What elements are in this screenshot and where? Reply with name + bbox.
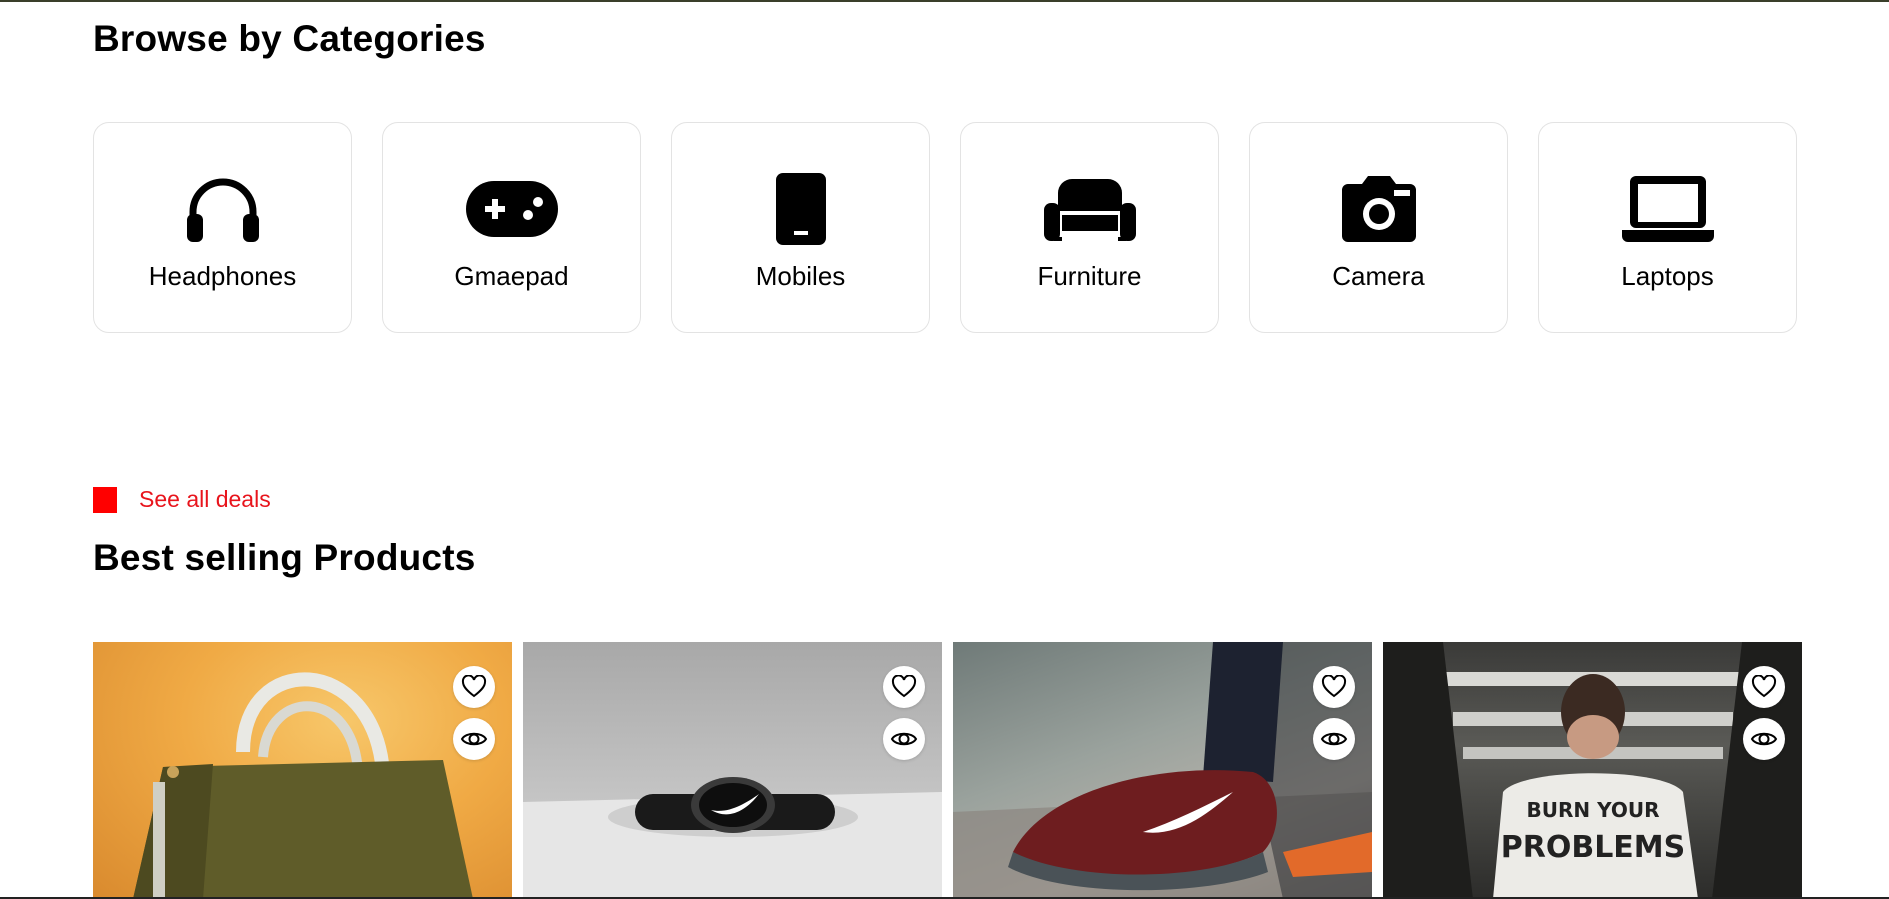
product-image	[953, 642, 1372, 899]
category-label: Headphones	[148, 261, 297, 291]
category-card-mobiles[interactable]: Mobiles	[671, 122, 930, 333]
eye-icon	[1320, 732, 1348, 746]
mobile-phone-icon	[753, 171, 849, 247]
category-label: Gmaepad	[454, 261, 569, 291]
top-divider	[0, 0, 1889, 2]
category-card-laptops[interactable]: Laptops	[1538, 122, 1797, 333]
eye-icon	[890, 732, 918, 746]
heart-icon	[461, 675, 487, 698]
category-label: Mobiles	[755, 261, 846, 291]
category-card-gamepad[interactable]: Gmaepad	[382, 122, 641, 333]
categories-title: Browse by Categories	[93, 18, 486, 59]
product-list: BURN YOUR PROBLEMS	[93, 642, 1802, 899]
product-card[interactable]	[953, 642, 1372, 899]
camera-icon	[1331, 171, 1427, 247]
heart-icon	[1321, 675, 1347, 698]
product-card[interactable]	[523, 642, 942, 899]
product-image	[93, 642, 512, 899]
svg-text:PROBLEMS: PROBLEMS	[1501, 830, 1686, 865]
category-card-camera[interactable]: Camera	[1249, 122, 1508, 333]
heart-icon	[891, 675, 917, 698]
quick-view-button[interactable]	[1313, 718, 1355, 760]
category-label: Furniture	[1037, 261, 1142, 291]
sofa-icon	[1042, 171, 1138, 247]
wishlist-button[interactable]	[1313, 666, 1355, 708]
heart-icon	[1751, 675, 1777, 698]
headphones-icon	[175, 171, 271, 247]
gamepad-icon	[464, 171, 560, 247]
laptop-icon	[1620, 171, 1716, 247]
category-label: Camera	[1332, 261, 1425, 291]
category-list: Headphones Gmaepad Mobiles Furniture Cam…	[93, 122, 1797, 333]
product-card[interactable]: BURN YOUR PROBLEMS	[1383, 642, 1802, 899]
see-all-deals-link[interactable]: See all deals	[93, 486, 271, 513]
wishlist-button[interactable]	[883, 666, 925, 708]
quick-view-button[interactable]	[883, 718, 925, 760]
product-card[interactable]	[93, 642, 512, 899]
category-card-furniture[interactable]: Furniture	[960, 122, 1219, 333]
category-label: Laptops	[1621, 261, 1714, 291]
product-image: BURN YOUR PROBLEMS	[1383, 642, 1802, 899]
product-image	[523, 642, 942, 899]
wishlist-button[interactable]	[453, 666, 495, 708]
eye-icon	[460, 732, 488, 746]
quick-view-button[interactable]	[453, 718, 495, 760]
red-accent-marker	[93, 486, 117, 513]
wishlist-button[interactable]	[1743, 666, 1785, 708]
see-all-deals-label: See all deals	[139, 486, 271, 512]
svg-text:BURN YOUR: BURN YOUR	[1527, 798, 1660, 822]
quick-view-button[interactable]	[1743, 718, 1785, 760]
best-selling-title: Best selling Products	[93, 537, 476, 578]
eye-icon	[1750, 732, 1778, 746]
category-card-headphones[interactable]: Headphones	[93, 122, 352, 333]
